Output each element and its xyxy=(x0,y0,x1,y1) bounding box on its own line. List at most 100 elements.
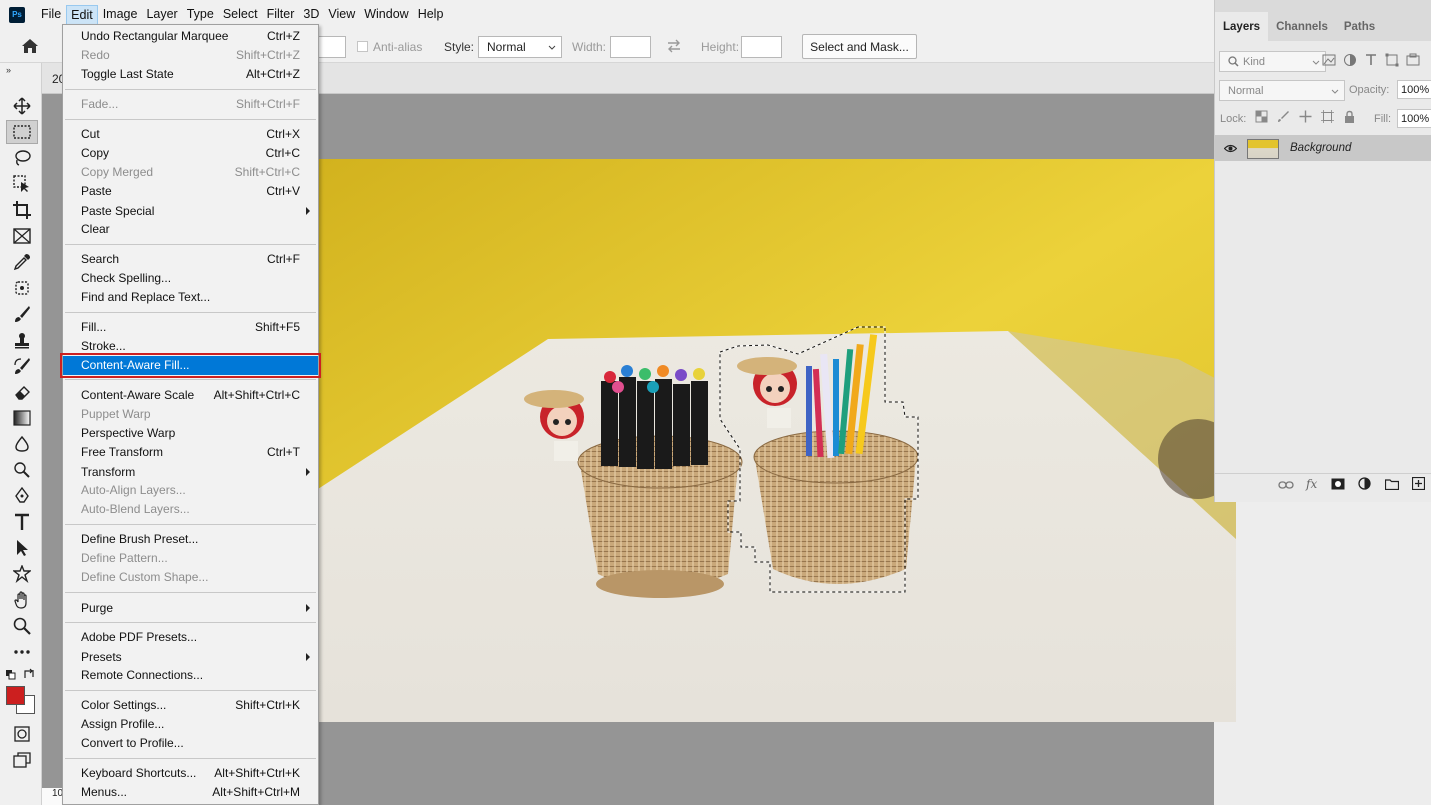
menu-item-copy[interactable]: Copy Ctrl+C xyxy=(63,144,318,163)
menu-item-content-aware-fill[interactable]: Content-Aware Fill... xyxy=(60,353,321,378)
eraser-tool-icon[interactable] xyxy=(6,380,38,404)
menu-filter[interactable]: Filter xyxy=(263,5,299,25)
menu-item-presets[interactable]: Presets xyxy=(63,648,318,667)
lock-transparent-pixels-icon[interactable] xyxy=(1255,110,1268,123)
brush-tool-icon[interactable] xyxy=(6,302,38,326)
layer-filter-select[interactable]: Kind xyxy=(1219,51,1326,72)
menu-item-menus[interactable]: Menus... Alt+Shift+Ctrl+M xyxy=(63,783,318,802)
adjustment-layer-icon[interactable] xyxy=(1358,477,1371,490)
menu-item-purge[interactable]: Purge xyxy=(63,599,318,618)
type-tool-icon[interactable] xyxy=(6,510,38,534)
lock-artboard-icon[interactable] xyxy=(1321,110,1334,123)
zoom-tool-icon[interactable] xyxy=(6,614,38,638)
custom-shape-tool-icon[interactable] xyxy=(6,562,38,586)
foreground-color-swatch[interactable] xyxy=(6,686,25,705)
type-filter-icon[interactable] xyxy=(1364,53,1378,67)
menu-item-paste-special[interactable]: Paste Special xyxy=(63,202,318,221)
menu-3d[interactable]: 3D xyxy=(299,5,323,25)
menu-select[interactable]: Select xyxy=(219,5,262,25)
frame-tool-icon[interactable] xyxy=(6,224,38,248)
move-tool-icon[interactable] xyxy=(6,94,38,118)
tab-layers[interactable]: Layers xyxy=(1215,12,1269,41)
home-icon[interactable] xyxy=(14,34,46,58)
menu-image[interactable]: Image xyxy=(99,5,142,25)
fill-input[interactable]: 100% xyxy=(1397,109,1431,128)
eye-icon[interactable] xyxy=(1224,144,1237,153)
blur-tool-icon[interactable] xyxy=(6,432,38,456)
add-mask-icon[interactable] xyxy=(1331,478,1345,490)
menu-item-fill[interactable]: Fill... Shift+F5 xyxy=(63,318,318,337)
menu-edit[interactable]: Edit xyxy=(66,4,98,25)
menu-item-define-brush-preset[interactable]: Define Brush Preset... xyxy=(63,530,318,549)
tab-paths[interactable]: Paths xyxy=(1336,12,1383,41)
menu-file[interactable]: File xyxy=(37,5,65,25)
blend-mode-select[interactable]: Normal xyxy=(1219,80,1345,101)
swap-colors-icon[interactable] xyxy=(23,668,35,683)
menu-item-assign-profile[interactable]: Assign Profile... xyxy=(63,715,318,734)
history-brush-tool-icon[interactable] xyxy=(6,354,38,378)
lock-position-icon[interactable] xyxy=(1299,110,1312,123)
add-layer-style-icon[interactable]: fx xyxy=(1306,477,1317,491)
smart-object-filter-icon[interactable] xyxy=(1406,53,1420,67)
image-canvas[interactable] xyxy=(318,159,1236,722)
menu-item-toggle-last-state[interactable]: Toggle Last State Alt+Ctrl+Z xyxy=(63,65,318,84)
menu-item-paste[interactable]: Paste Ctrl+V xyxy=(63,182,318,201)
menu-item-adobe-pdf-presets[interactable]: Adobe PDF Presets... xyxy=(63,628,318,647)
lasso-tool-icon[interactable] xyxy=(6,146,38,170)
menu-item-color-settings[interactable]: Color Settings... Shift+Ctrl+K xyxy=(63,696,318,715)
swap-icon[interactable] xyxy=(666,39,682,56)
lock-image-pixels-icon[interactable] xyxy=(1277,110,1290,123)
menu-item-check-spelling[interactable]: Check Spelling... xyxy=(63,269,318,288)
hand-tool-icon[interactable] xyxy=(6,588,38,612)
clone-stamp-tool-icon[interactable] xyxy=(6,328,38,352)
rectangular-marquee-tool-icon[interactable] xyxy=(6,120,38,144)
menu-type[interactable]: Type xyxy=(183,5,218,25)
pen-tool-icon[interactable] xyxy=(6,484,38,508)
screen-mode-icon[interactable] xyxy=(6,748,38,772)
menu-item-clear[interactable]: Clear xyxy=(63,220,318,239)
adjustment-filter-icon[interactable] xyxy=(1343,53,1357,67)
anti-alias-checkbox[interactable] xyxy=(357,41,368,52)
width-input[interactable] xyxy=(610,36,651,58)
height-input[interactable] xyxy=(741,36,782,58)
expand-toolbar-icon[interactable]: » xyxy=(6,65,11,75)
gradient-tool-icon[interactable] xyxy=(6,406,38,430)
new-layer-icon[interactable] xyxy=(1412,477,1425,490)
dodge-tool-icon[interactable] xyxy=(6,458,38,482)
menu-item-perspective-warp[interactable]: Perspective Warp xyxy=(63,424,318,443)
path-selection-tool-icon[interactable] xyxy=(6,536,38,560)
shape-filter-icon[interactable] xyxy=(1385,53,1399,67)
opacity-input[interactable]: 100% xyxy=(1397,80,1431,99)
menu-item-keyboard-shortcuts[interactable]: Keyboard Shortcuts... Alt+Shift+Ctrl+K xyxy=(63,764,318,783)
default-colors-icon[interactable] xyxy=(6,669,16,683)
lock-all-icon[interactable] xyxy=(1343,110,1356,123)
menu-view[interactable]: View xyxy=(324,5,359,25)
quick-mask-icon[interactable] xyxy=(6,722,38,746)
eyedropper-tool-icon[interactable] xyxy=(6,250,38,274)
feather-input[interactable] xyxy=(318,36,346,58)
menu-item-undo-rectangular-marquee[interactable]: Undo Rectangular Marquee Ctrl+Z xyxy=(63,27,318,46)
style-select[interactable]: Normal xyxy=(478,36,562,58)
menu-item-stroke[interactable]: Stroke... xyxy=(63,337,318,356)
menu-item-content-aware-scale[interactable]: Content-Aware Scale Alt+Shift+Ctrl+C xyxy=(63,386,318,405)
crop-tool-icon[interactable] xyxy=(6,198,38,222)
menu-help[interactable]: Help xyxy=(414,5,448,25)
new-group-icon[interactable] xyxy=(1385,478,1399,490)
link-layers-icon[interactable] xyxy=(1278,480,1294,490)
select-and-mask-button[interactable]: Select and Mask... xyxy=(802,34,917,59)
menu-item-cut[interactable]: Cut Ctrl+X xyxy=(63,125,318,144)
pixel-filter-icon[interactable] xyxy=(1322,53,1336,67)
more-tools-icon[interactable] xyxy=(6,640,38,664)
object-selection-tool-icon[interactable] xyxy=(6,172,38,196)
menu-window[interactable]: Window xyxy=(360,5,412,25)
menu-item-remote-connections[interactable]: Remote Connections... xyxy=(63,666,318,685)
menu-item-transform[interactable]: Transform xyxy=(63,463,318,482)
tab-channels[interactable]: Channels xyxy=(1268,12,1336,41)
menu-layer[interactable]: Layer xyxy=(142,5,181,25)
layer-row-background[interactable]: Background xyxy=(1215,135,1431,161)
menu-item-free-transform[interactable]: Free Transform Ctrl+T xyxy=(63,443,318,462)
healing-brush-tool-icon[interactable] xyxy=(6,276,38,300)
zoom-status[interactable]: 10 xyxy=(42,788,63,805)
menu-item-search[interactable]: Search Ctrl+F xyxy=(63,250,318,269)
menu-item-find-and-replace-text[interactable]: Find and Replace Text... xyxy=(63,288,318,307)
